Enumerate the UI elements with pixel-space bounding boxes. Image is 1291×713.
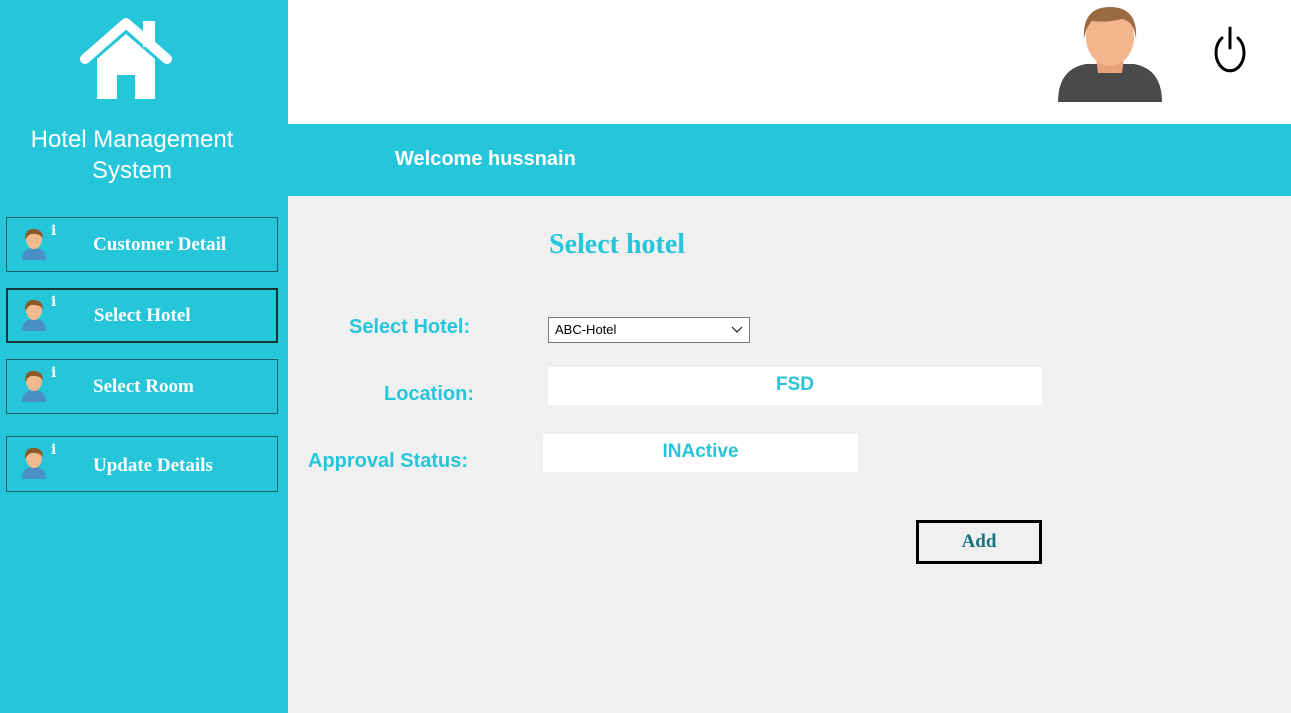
hotel-select[interactable]: ABC-Hotel bbox=[548, 317, 750, 343]
main-content: Select hotel Select Hotel: ABC-Hotel Loc… bbox=[288, 196, 1291, 713]
approval-status-label: Approval Status: bbox=[308, 450, 469, 472]
sidebar-item-update-details[interactable]: i Update Details bbox=[6, 436, 278, 492]
user-info-icon bbox=[22, 447, 46, 479]
info-glyph: i bbox=[51, 294, 57, 310]
info-glyph: i bbox=[51, 223, 57, 239]
sidebar-item-customer-detail[interactable]: i Customer Detail bbox=[6, 217, 278, 272]
app-title: Hotel Management System bbox=[30, 126, 234, 184]
location-value: FSD bbox=[548, 367, 1042, 405]
home-icon bbox=[80, 18, 172, 99]
location-label: Location: bbox=[384, 383, 474, 405]
chevron-down-icon bbox=[731, 326, 743, 333]
welcome-bar: Welcome hussnain bbox=[288, 124, 1291, 196]
sidebar-item-select-hotel[interactable]: i Select Hotel bbox=[6, 288, 278, 343]
sidebar: Hotel Management System i Customer Detai… bbox=[0, 0, 288, 713]
sidebar-item-label: Select Hotel bbox=[94, 305, 191, 326]
welcome-text: Welcome hussnain bbox=[395, 148, 576, 170]
sidebar-item-label: Select Room bbox=[93, 376, 194, 397]
info-glyph: i bbox=[51, 442, 57, 458]
sidebar-item-label: Customer Detail bbox=[93, 234, 227, 255]
hotel-select-value: ABC-Hotel bbox=[555, 322, 617, 337]
info-glyph: i bbox=[51, 365, 57, 381]
select-hotel-label: Select Hotel: bbox=[349, 316, 471, 338]
power-icon[interactable] bbox=[1213, 26, 1247, 78]
user-avatar-icon[interactable] bbox=[1056, 1, 1164, 102]
user-info-icon bbox=[22, 370, 46, 402]
sidebar-item-label: Update Details bbox=[93, 455, 213, 476]
sidebar-item-select-room[interactable]: i Select Room bbox=[6, 359, 278, 414]
form-heading: Select hotel bbox=[549, 229, 686, 260]
top-bar bbox=[288, 0, 1291, 124]
approval-status-value: INActive bbox=[543, 434, 858, 472]
user-info-icon bbox=[22, 299, 46, 331]
user-info-icon bbox=[22, 228, 46, 260]
add-button[interactable]: Add bbox=[916, 520, 1042, 564]
